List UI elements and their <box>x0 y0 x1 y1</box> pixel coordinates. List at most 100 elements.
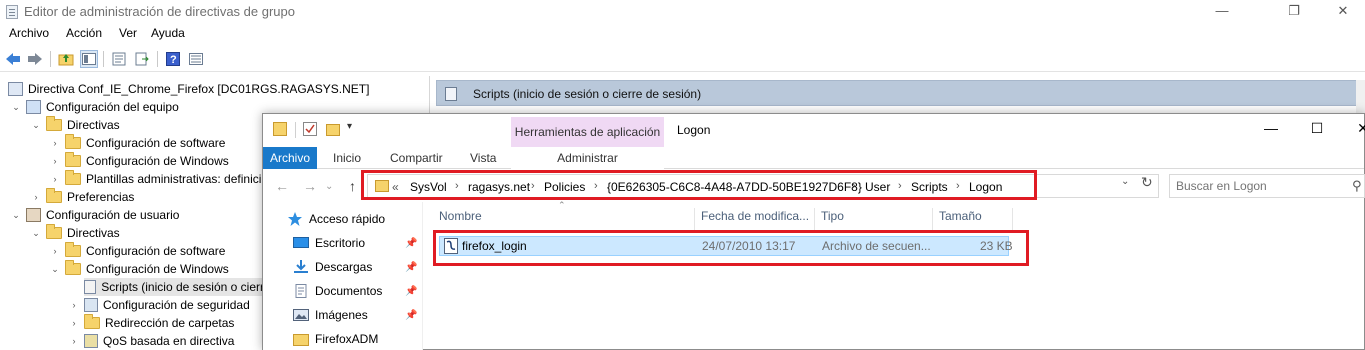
refresh-icon[interactable]: ↻ <box>1141 174 1153 191</box>
tree-item-computer-software[interactable]: › Configuración de software <box>49 134 225 152</box>
tab-administrar[interactable]: Administrar <box>511 147 664 169</box>
menu-archivo[interactable]: Archivo <box>9 26 49 40</box>
file-highlight-box <box>433 230 1029 266</box>
tab-inicio[interactable]: Inicio <box>333 151 361 165</box>
up-folder-icon[interactable] <box>57 50 75 68</box>
forward-arrow-icon[interactable]: → <box>303 178 317 194</box>
tree-item-security-settings[interactable]: › Configuración de seguridad <box>68 296 250 314</box>
details-title: Scripts (inicio de sesión o cierre de se… <box>473 87 702 101</box>
chevron-down-icon[interactable]: ⌄ <box>10 102 22 113</box>
tree-item-label: Configuración de Windows <box>86 154 229 168</box>
menu-ver[interactable]: Ver <box>119 26 137 40</box>
gpo-details-header: Scripts (inicio de sesión o cierre de se… <box>436 80 1362 106</box>
chevron-down-icon[interactable]: ⌄ <box>49 264 61 275</box>
gpo-window-title: Editor de administración de directivas d… <box>24 4 295 19</box>
up-arrow-icon[interactable]: ↑ <box>349 178 356 194</box>
properties-check-icon[interactable] <box>303 122 317 136</box>
folder-icon <box>46 188 62 203</box>
chevron-right-icon[interactable]: › <box>49 174 61 184</box>
recent-locations-icon[interactable]: ⌄ <box>325 181 333 192</box>
qos-chart-icon <box>84 334 98 348</box>
tree-item-label: Configuración de software <box>86 136 226 150</box>
pin-icon[interactable]: 📌 <box>405 286 417 297</box>
tree-item-qos[interactable]: › QoS basada en directiva <box>68 332 234 350</box>
folder-icon <box>65 134 81 149</box>
tab-archivo[interactable]: Archivo <box>263 147 317 169</box>
tree-item-scripts[interactable]: Scripts (inicio de sesión o cierr <box>84 278 264 296</box>
back-icon[interactable] <box>4 50 22 68</box>
folder-icon <box>273 122 287 136</box>
tree-item-label: Configuración de usuario <box>46 208 180 222</box>
tab-vista[interactable]: Vista <box>470 151 496 165</box>
chevron-right-icon[interactable]: › <box>49 246 61 256</box>
chevron-right-icon[interactable]: › <box>49 156 61 166</box>
nav-item-downloads[interactable]: Descargas <box>293 256 372 278</box>
help-icon[interactable]: ? <box>164 50 182 68</box>
explorer-scrollbar[interactable] <box>1353 114 1365 350</box>
chevron-down-icon[interactable]: ⌄ <box>10 210 22 221</box>
nav-item-images[interactable]: Imágenes <box>293 304 368 326</box>
nav-item-documents[interactable]: Documentos <box>293 280 382 302</box>
tree-item-computer-windows[interactable]: › Configuración de Windows <box>49 152 229 170</box>
gpo-close-button[interactable]: ✕ <box>1320 0 1365 24</box>
nav-item-firefoxadm[interactable]: FirefoxADM <box>293 328 378 350</box>
show-tree-icon[interactable] <box>80 50 98 68</box>
tree-item-user-config[interactable]: ⌄ Configuración de usuario <box>10 206 179 224</box>
tree-item-user-software[interactable]: › Configuración de software <box>49 242 225 260</box>
explorer-maximize-button[interactable]: ☐ <box>1294 114 1340 144</box>
chevron-right-icon[interactable]: › <box>68 336 80 346</box>
customize-toolbar-icon[interactable]: ▾ <box>347 121 352 132</box>
column-header-name[interactable]: Nombre <box>433 208 695 230</box>
tree-item-folder-redirection[interactable]: › Redirección de carpetas <box>68 314 234 332</box>
tab-compartir[interactable]: Compartir <box>390 151 443 165</box>
tree-item-user-windows[interactable]: ⌄ Configuración de Windows <box>49 260 229 278</box>
tree-item-label: Scripts (inicio de sesión o cierr <box>101 280 264 294</box>
column-header-type[interactable]: Tipo <box>815 208 933 230</box>
back-arrow-icon[interactable]: ← <box>275 178 289 194</box>
tree-item-user-policies[interactable]: ⌄ Directivas <box>30 224 120 242</box>
chevron-down-icon[interactable]: ⌄ <box>30 120 42 131</box>
tree-item-computer-policies[interactable]: ⌄ Directivas <box>30 116 120 134</box>
new-folder-icon[interactable] <box>326 122 340 136</box>
scripts-icon <box>445 87 457 101</box>
pin-icon[interactable]: 📌 <box>405 262 417 273</box>
chevron-right-icon[interactable]: › <box>68 300 80 310</box>
gpo-restore-button[interactable]: ❐ <box>1271 0 1317 24</box>
export-list-icon[interactable] <box>133 50 151 68</box>
properties-icon[interactable] <box>110 50 128 68</box>
nav-item-label: Escritorio <box>315 236 366 250</box>
nav-item-quick-access[interactable]: Acceso rápido <box>287 208 385 230</box>
folder-icon <box>46 224 62 239</box>
chevron-down-icon[interactable]: ⌄ <box>30 228 42 239</box>
pin-icon[interactable]: 📌 <box>405 310 417 321</box>
ribbon-tabs: Archivo Inicio Compartir Vista <box>263 147 1364 169</box>
tree-item-policy[interactable]: Directiva Conf_IE_Chrome_Firefox [DC01RG… <box>8 80 369 98</box>
chevron-right-icon[interactable]: › <box>30 192 42 202</box>
chevron-right-icon[interactable]: › <box>68 318 80 328</box>
nav-item-label: Acceso rápido <box>309 212 386 226</box>
explorer-minimize-button[interactable]: — <box>1248 114 1294 144</box>
menu-accion[interactable]: Acción <box>66 26 102 40</box>
chevron-right-icon[interactable]: › <box>49 138 61 148</box>
tree-item-label: Directivas <box>67 226 120 240</box>
search-input[interactable] <box>1176 178 1344 194</box>
menu-ayuda[interactable]: Ayuda <box>151 26 185 40</box>
column-header-size[interactable]: Tamaño <box>933 208 1013 230</box>
nav-item-label: Imágenes <box>315 308 368 322</box>
address-history-icon[interactable]: ⌄ <box>1121 176 1129 187</box>
tree-item-label: Directiva Conf_IE_Chrome_Firefox [DC01RG… <box>28 82 370 96</box>
column-header-date[interactable]: Fecha de modifica... <box>695 208 815 230</box>
gpo-minimize-button[interactable]: — <box>1199 0 1245 24</box>
svg-text:?: ? <box>170 54 177 66</box>
tree-item-admin-templates[interactable]: › Plantillas administrativas: definici <box>49 170 261 188</box>
filter-view-icon[interactable] <box>187 50 205 68</box>
user-icon <box>26 208 41 222</box>
scripts-icon <box>84 280 97 294</box>
search-box[interactable]: ⚲ <box>1169 174 1365 198</box>
forward-icon[interactable] <box>26 50 44 68</box>
tree-item-preferences[interactable]: › Preferencias <box>30 188 134 206</box>
pin-icon[interactable]: 📌 <box>405 238 417 249</box>
tree-item-computer-config[interactable]: ⌄ Configuración del equipo <box>10 98 179 116</box>
nav-item-desktop[interactable]: Escritorio <box>293 232 365 254</box>
nav-item-label: FirefoxADM <box>315 332 379 346</box>
